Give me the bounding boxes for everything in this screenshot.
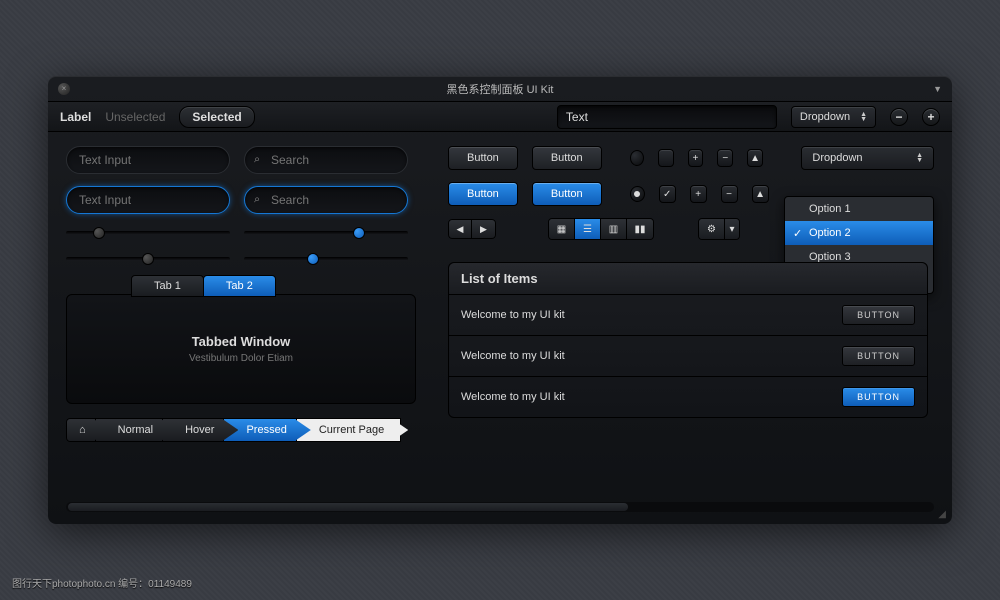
- toolbar-text-input[interactable]: [557, 105, 777, 129]
- home-icon: ⌂: [79, 424, 86, 436]
- list-item-text: Welcome to my UI kit: [461, 350, 565, 362]
- scrollbar-thumb[interactable]: [68, 503, 628, 511]
- nav-prev-next: ◀ ▶: [448, 219, 496, 239]
- plus-sq-on[interactable]: +: [690, 185, 707, 203]
- list-item-button[interactable]: BUTTON: [842, 346, 915, 366]
- resize-handle-icon[interactable]: ◢: [938, 509, 946, 520]
- list-header: List of Items: [449, 263, 927, 295]
- next-icon[interactable]: ▶: [472, 219, 496, 239]
- list-item: Welcome to my UI kit BUTTON: [449, 377, 927, 417]
- plus-button[interactable]: +: [922, 108, 940, 126]
- gear-dropdown[interactable]: ⚙▾: [698, 218, 740, 240]
- button-default-2[interactable]: Button: [532, 146, 602, 170]
- minus-button[interactable]: −: [890, 108, 908, 126]
- prev-icon[interactable]: ◀: [448, 219, 472, 239]
- button-blue-2[interactable]: Button: [532, 182, 602, 206]
- radio-on[interactable]: [630, 186, 645, 202]
- tabbed-subtitle: Vestibulum Dolor Etiam: [189, 353, 293, 364]
- up-sq-off[interactable]: ▲: [747, 149, 763, 167]
- gear-icon: ⚙: [699, 219, 725, 239]
- columns-icon[interactable]: ▥: [601, 219, 627, 239]
- button-default-1[interactable]: Button: [448, 146, 518, 170]
- list-icon[interactable]: ☰: [575, 219, 601, 239]
- toolbar: Label Unselected Selected Dropdown ▲▼ − …: [48, 102, 952, 132]
- checkbox-on[interactable]: ✓: [659, 185, 676, 203]
- list-item-button[interactable]: BUTTON: [842, 305, 915, 325]
- dropdown-option[interactable]: Option 2: [785, 221, 933, 245]
- search-icon: ⌕: [254, 154, 260, 167]
- breadcrumb: ⌂ Normal Hover Pressed Current Page: [66, 418, 416, 442]
- dropdown-2[interactable]: Dropdown ▲▼: [801, 146, 934, 170]
- text-input-2-active[interactable]: [66, 186, 230, 214]
- tabbed-title: Tabbed Window: [192, 334, 291, 349]
- list-item: Welcome to my UI kit BUTTON: [449, 336, 927, 377]
- list-item-text: Welcome to my UI kit: [461, 309, 565, 321]
- plus-sq-off[interactable]: +: [688, 149, 704, 167]
- updown-icon: ▲▼: [916, 153, 923, 163]
- close-icon[interactable]: ×: [58, 83, 70, 95]
- search-input-2-active[interactable]: [244, 186, 408, 214]
- ui-kit-panel: × 黑色系控制面板 UI Kit ▼ Label Unselected Sele…: [48, 76, 952, 524]
- slider-1[interactable]: [66, 226, 230, 240]
- up-sq-on[interactable]: ▲: [752, 185, 769, 203]
- search-icon: ⌕: [254, 194, 260, 207]
- list-item-button[interactable]: BUTTON: [842, 387, 915, 407]
- radio-off[interactable]: [630, 150, 644, 166]
- tab-1[interactable]: Tab 1: [131, 275, 204, 297]
- checkbox-off[interactable]: [658, 149, 674, 167]
- minus-sq-on[interactable]: −: [721, 185, 738, 203]
- toolbar-selected[interactable]: Selected: [179, 106, 254, 128]
- slider-3[interactable]: [66, 252, 230, 266]
- minus-sq-off[interactable]: −: [717, 149, 733, 167]
- toolbar-unselected[interactable]: Unselected: [105, 110, 165, 124]
- updown-icon: ▲▼: [860, 112, 867, 122]
- tabbed-window: Tab 1 Tab 2 Tabbed Window Vestibulum Dol…: [66, 294, 416, 404]
- dropdown-2-label: Dropdown: [812, 152, 862, 164]
- search-input-1[interactable]: [244, 146, 408, 174]
- text-input-1[interactable]: [66, 146, 230, 174]
- dropdown-option[interactable]: Option 1: [785, 197, 933, 221]
- chevron-down-icon[interactable]: ▼: [933, 84, 942, 94]
- toolbar-dropdown[interactable]: Dropdown ▲▼: [791, 106, 876, 128]
- list-of-items: List of Items Welcome to my UI kit BUTTO…: [448, 262, 928, 418]
- crumb-current[interactable]: Current Page: [296, 418, 401, 442]
- toolbar-dropdown-label: Dropdown: [800, 111, 850, 123]
- coverflow-icon[interactable]: ▮▮: [627, 219, 653, 239]
- content-area: ⌕ ⌕ Tab 1: [48, 132, 952, 524]
- toolbar-label: Label: [60, 110, 91, 124]
- list-item: Welcome to my UI kit BUTTON: [449, 295, 927, 336]
- grid-icon[interactable]: ▦: [549, 219, 575, 239]
- titlebar: × 黑色系控制面板 UI Kit ▼: [48, 76, 952, 102]
- window-title: 黑色系控制面板 UI Kit: [48, 81, 952, 97]
- view-mode-segment: ▦ ☰ ▥ ▮▮: [548, 218, 654, 240]
- chevron-down-icon: ▾: [725, 219, 739, 239]
- button-blue-1[interactable]: Button: [448, 182, 518, 206]
- list-item-text: Welcome to my UI kit: [461, 391, 565, 403]
- tab-2[interactable]: Tab 2: [203, 275, 276, 297]
- site-footer: 图行天下photophoto.cn 编号：01149489: [12, 575, 192, 590]
- slider-4[interactable]: [244, 252, 408, 266]
- horizontal-scrollbar[interactable]: [66, 502, 934, 512]
- slider-2[interactable]: [244, 226, 408, 240]
- crumb-home[interactable]: ⌂: [66, 418, 103, 442]
